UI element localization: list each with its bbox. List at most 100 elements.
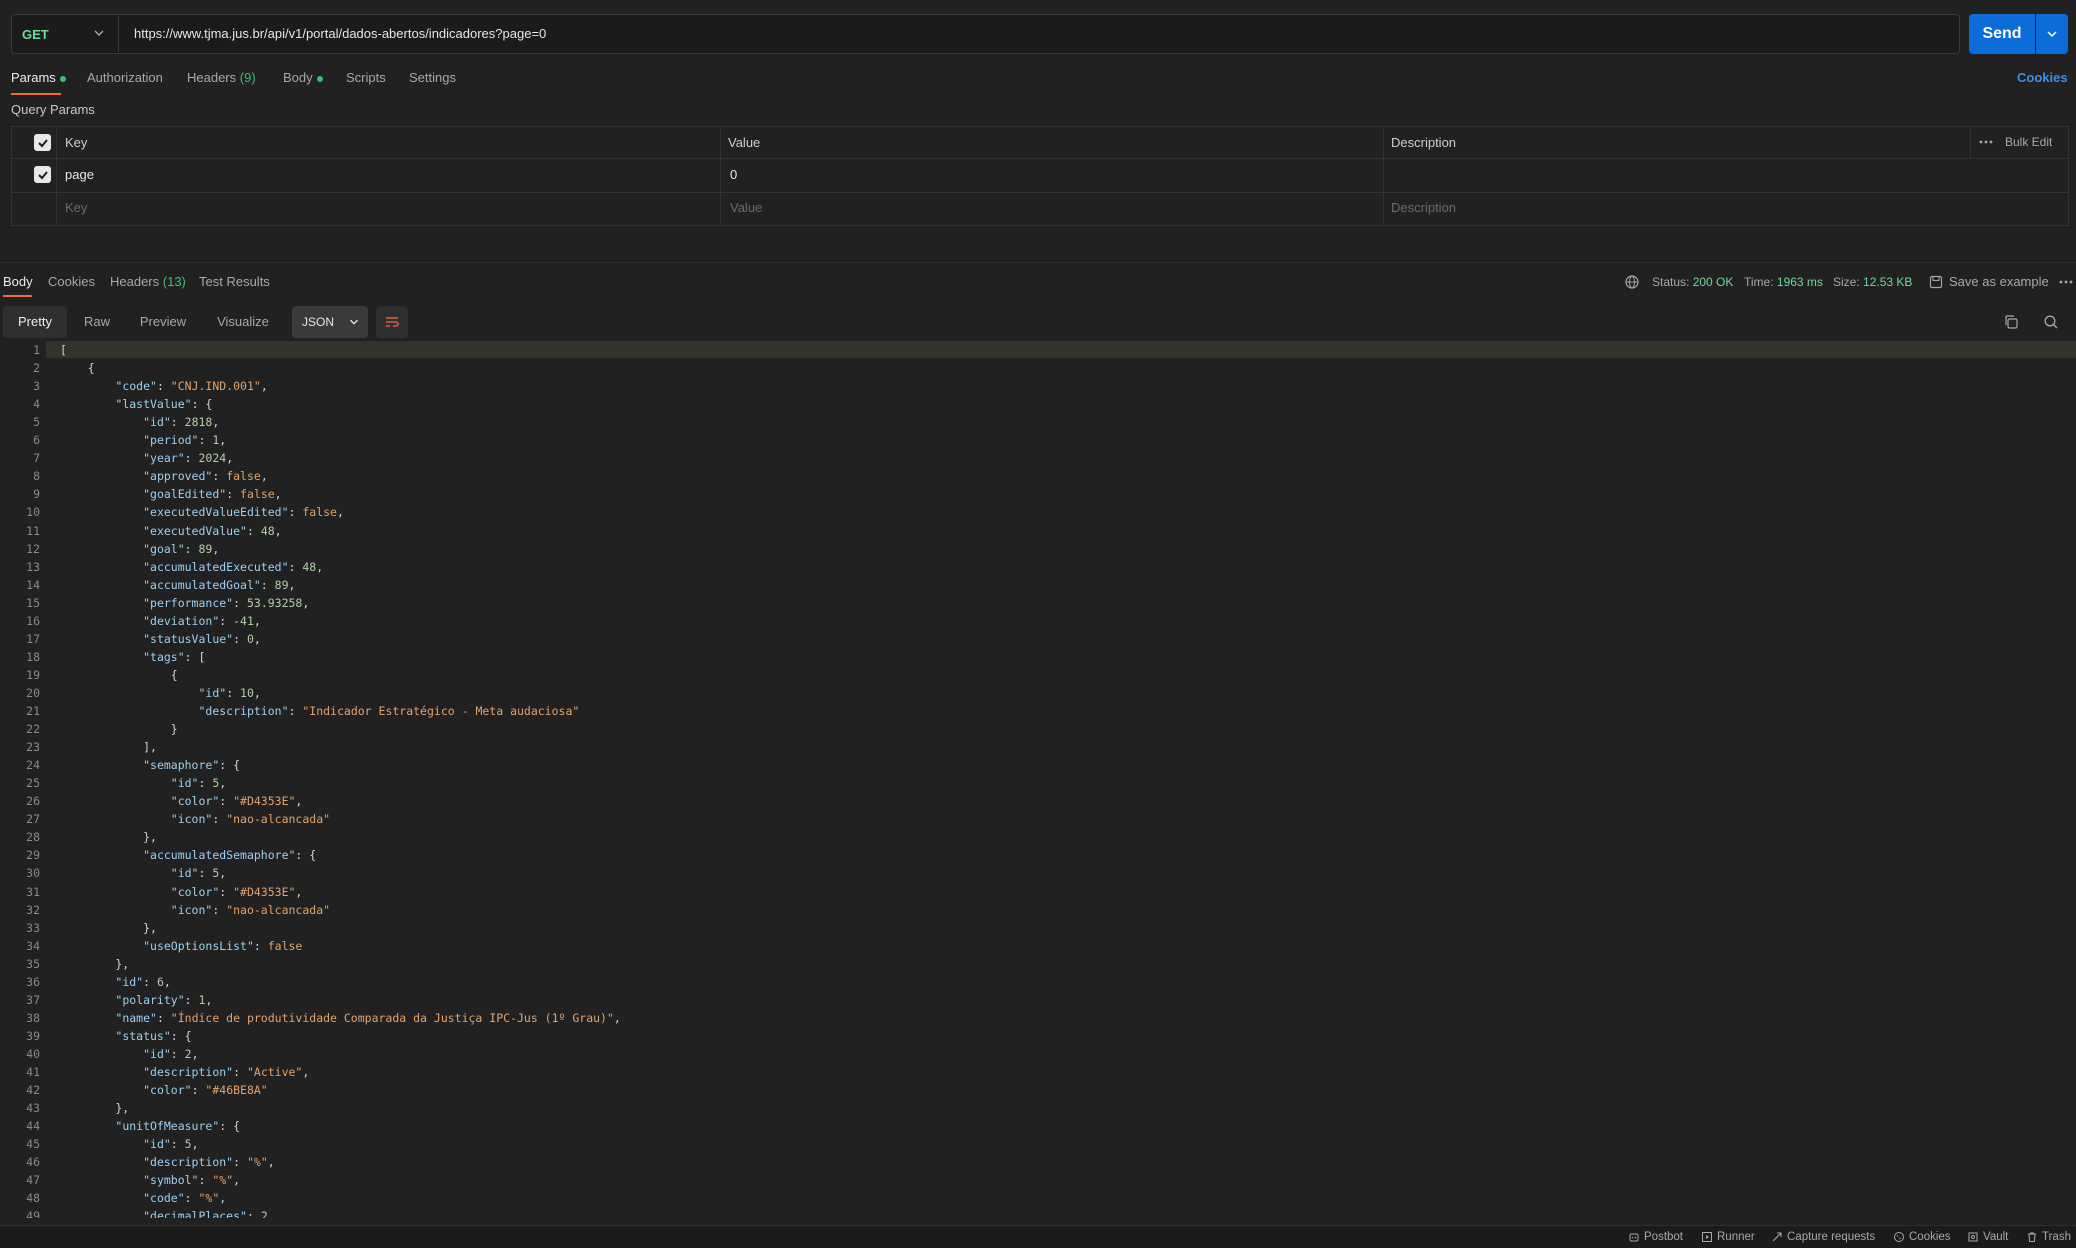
divider (118, 16, 119, 52)
line-number: 35 (26, 956, 40, 971)
param-key[interactable]: page (65, 165, 94, 185)
chevron-down-icon (350, 319, 358, 325)
tab-label: Params (11, 70, 56, 85)
search-icon[interactable] (2043, 314, 2059, 330)
format-select[interactable]: JSON (292, 306, 368, 338)
view-tab-visualize[interactable]: Visualize (206, 306, 280, 338)
tab-body[interactable]: Body (283, 68, 323, 88)
tab-label: Headers (110, 274, 160, 289)
code-line: "id": 2, (143, 1046, 199, 1061)
line-number: 25 (26, 776, 40, 791)
line-number: 36 (26, 974, 40, 989)
save-icon (1928, 274, 1944, 290)
more-options-icon[interactable] (1978, 134, 1994, 150)
new-param-value-input[interactable]: Value (730, 198, 762, 218)
tab-settings[interactable]: Settings (409, 68, 456, 88)
divider (1383, 126, 1384, 226)
line-number: 4 (33, 397, 40, 412)
response-tab-test-results[interactable]: Test Results (199, 272, 270, 292)
response-body-editor[interactable]: 1 [2 {3 "code": "CNJ.IND.001", 4 "lastValu… (0, 340, 2076, 1218)
tab-params[interactable]: Params (11, 68, 66, 88)
format-label: JSON (302, 315, 335, 329)
cookies-link[interactable]: Cookies (2017, 68, 2068, 88)
view-tab-pretty[interactable]: Pretty (3, 306, 67, 338)
network-globe-icon[interactable] (1624, 274, 1640, 290)
status-bar (0, 1225, 2076, 1248)
code-line: "color": "#46BE8A" (143, 1083, 268, 1098)
line-number: 5 (33, 415, 40, 430)
response-tab-headers[interactable]: Headers (13) (110, 272, 186, 292)
code-line: } (60, 722, 178, 737)
view-tab-raw[interactable]: Raw (72, 306, 122, 338)
check-icon (37, 138, 48, 147)
line-number: 2 (33, 361, 40, 376)
new-param-key-input[interactable]: Key (65, 198, 87, 218)
code-line: "description": "Active", (143, 1065, 310, 1079)
code-line: "accumulatedExecuted": 48, (143, 559, 324, 574)
status-info[interactable]: Status: 200 OK (1652, 272, 1733, 292)
capture-requests-button[interactable]: Capture requests (1771, 1229, 1875, 1245)
code-line: "color": "#D4353E", (170, 884, 303, 899)
param-enable-checkbox[interactable] (34, 166, 51, 183)
code-line: }, (60, 956, 130, 971)
send-button[interactable]: Send (1969, 14, 2035, 54)
code-line: "color": "#D4353E", (170, 794, 303, 809)
tab-authorization[interactable]: Authorization (87, 68, 163, 88)
save-as-example-button[interactable]: Save as example (1949, 272, 2049, 292)
line-number: 13 (26, 559, 40, 574)
send-options-button[interactable] (2036, 14, 2068, 54)
copy-icon[interactable] (2003, 314, 2019, 330)
divider (11, 192, 2069, 193)
divider (720, 126, 721, 226)
cookies-label: Cookies (1909, 1231, 1951, 1243)
wrap-lines-button[interactable] (376, 306, 408, 338)
footer-cookies-button[interactable]: Cookies (1893, 1229, 1951, 1245)
line-number: 47 (26, 1173, 40, 1188)
select-all-checkbox[interactable] (34, 134, 51, 151)
line-number: 43 (26, 1101, 40, 1116)
code-line: { (60, 361, 95, 376)
active-tab-indicator (3, 295, 32, 297)
column-header-description: Description (1391, 135, 1457, 150)
more-options-icon[interactable] (2058, 274, 2074, 290)
runner-icon (1702, 1232, 1712, 1242)
code-line: "period": 1, (143, 433, 227, 448)
url-input[interactable]: https://www.tjma.jus.br/api/v1/portal/da… (134, 14, 546, 54)
code-line: "lastValue": { (115, 397, 213, 412)
chevron-down-icon[interactable] (92, 26, 106, 40)
response-tab-body[interactable]: Body (3, 272, 33, 292)
line-number: 9 (33, 487, 40, 502)
line-number: 19 (26, 667, 40, 682)
code-line: "icon": "nao-alcancada" (170, 902, 331, 917)
new-param-description-input[interactable]: Description (1391, 198, 1456, 218)
line-number: 29 (26, 848, 40, 863)
runner-button[interactable]: Runner (1701, 1229, 1755, 1245)
line-number: 40 (26, 1046, 40, 1061)
params-table (11, 126, 2069, 226)
trash-icon (2028, 1232, 2036, 1242)
code-line: "code": "CNJ.IND.001", (115, 379, 268, 394)
line-number: 33 (26, 920, 40, 935)
query-params-title: Query Params (11, 102, 95, 117)
line-number: 18 (26, 649, 40, 664)
line-number: 22 (26, 722, 40, 737)
size-info[interactable]: Size: 12.53 KB (1833, 272, 1912, 292)
bulk-edit-button[interactable]: Bulk Edit (2005, 132, 2052, 152)
vault-button[interactable]: Vault (1967, 1229, 2008, 1245)
code-line: [ (60, 343, 67, 357)
postbot-button[interactable]: Postbot (1628, 1229, 1683, 1245)
tab-headers[interactable]: Headers (9) (187, 68, 256, 88)
response-tab-cookies[interactable]: Cookies (48, 272, 95, 292)
headers-count: (13) (162, 274, 186, 289)
code-line: { (60, 667, 178, 682)
tab-scripts[interactable]: Scripts (346, 68, 386, 88)
view-tab-preview[interactable]: Preview (128, 306, 198, 338)
time-info[interactable]: Time: 1963 ms (1744, 272, 1823, 292)
trash-button[interactable]: Trash (2026, 1229, 2071, 1245)
param-value[interactable]: 0 (730, 165, 737, 185)
code-line: "semaphore": { (143, 758, 241, 773)
line-number: 26 (26, 794, 40, 809)
vault-icon (1968, 1232, 1978, 1242)
code-line: "symbol": "%", (143, 1173, 241, 1188)
capture-icon (1772, 1232, 1782, 1242)
